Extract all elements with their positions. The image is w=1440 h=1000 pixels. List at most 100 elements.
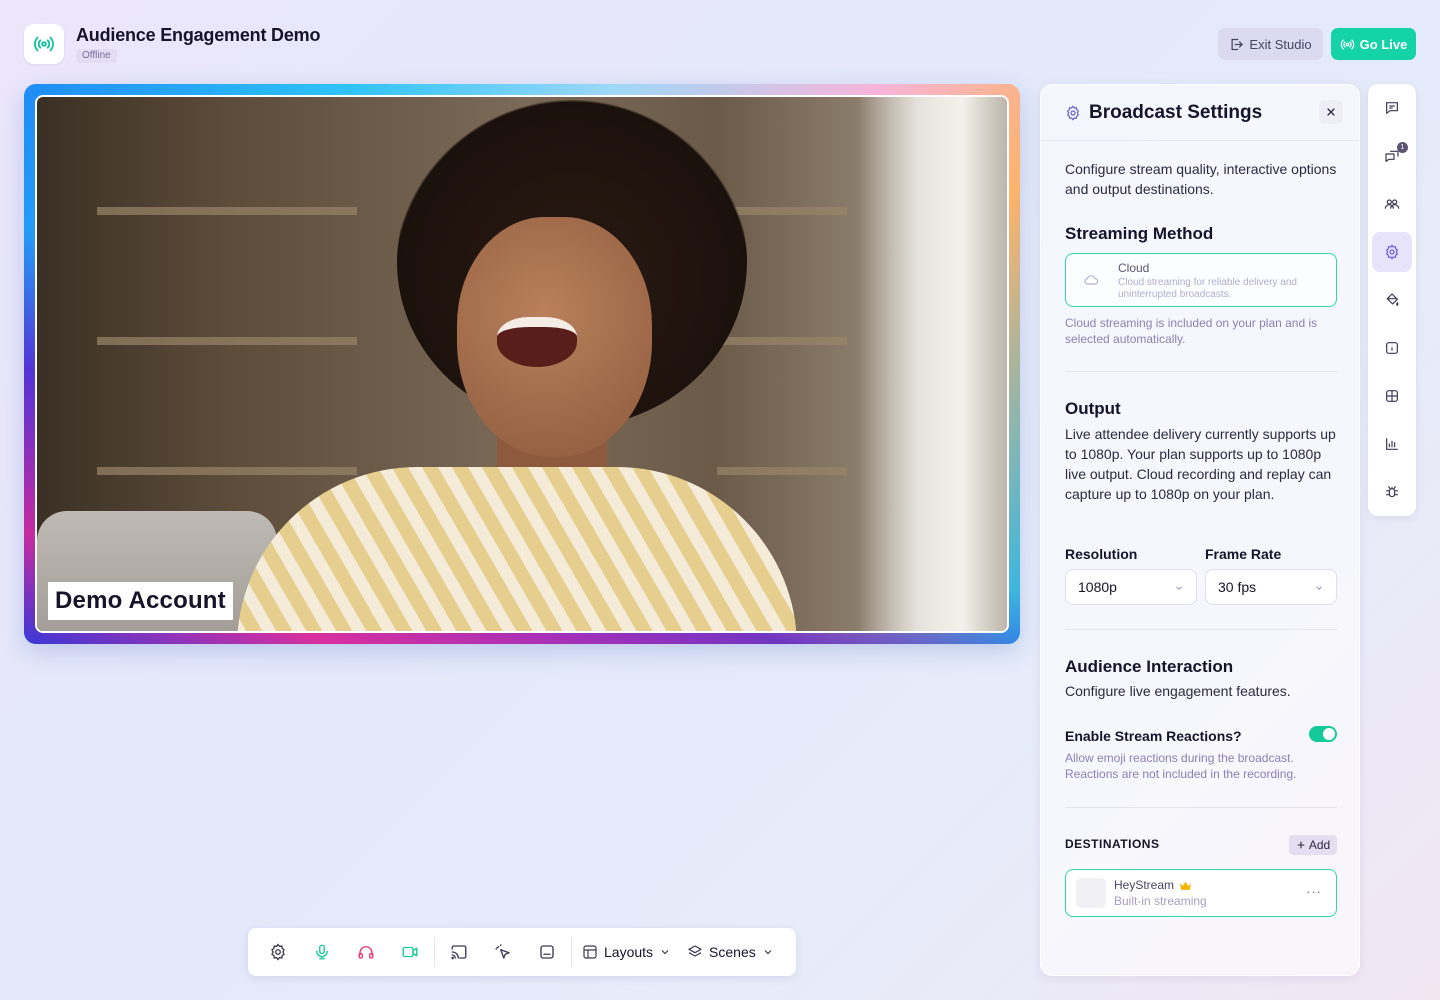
pointer-button[interactable]: [481, 928, 525, 976]
panel-title: Broadcast Settings: [1089, 102, 1263, 123]
background-shelf: [97, 337, 357, 345]
chevron-down-icon: [1316, 586, 1322, 590]
studio-toolbar: Layouts Scenes: [248, 928, 796, 976]
more-options-button[interactable]: ···: [1306, 884, 1322, 899]
cloud-option-desc: Cloud streaming for reliable delivery an…: [1118, 277, 1297, 300]
app-logo: [24, 24, 64, 64]
cast-icon: [451, 945, 467, 960]
stage: Demo Account: [24, 84, 1020, 644]
info-button[interactable]: [1372, 328, 1412, 368]
chevron-down-icon: [1176, 586, 1182, 590]
debug-button[interactable]: [1372, 472, 1412, 512]
go-live-label: Go Live: [1359, 36, 1408, 52]
people-icon: [1384, 199, 1400, 209]
page-title: Audience Engagement Demo: [76, 25, 321, 45]
cloud-icon: [1083, 272, 1099, 288]
microphone-button[interactable]: [300, 928, 344, 976]
destination-card[interactable]: HeyStream Built-in streaming ···: [1065, 869, 1337, 917]
resolution-label: Resolution: [1065, 546, 1138, 562]
background-shelf: [717, 337, 847, 345]
cloud-option-card[interactable]: Cloud Cloud streaming for reliable deliv…: [1065, 253, 1337, 307]
stream-reactions-label: Enable Stream Reactions?: [1065, 728, 1242, 744]
paint-icon: [1386, 293, 1399, 306]
camera-button[interactable]: [388, 928, 432, 976]
add-destination-button[interactable]: Add: [1289, 835, 1337, 855]
frame-rate-label: Frame Rate: [1205, 546, 1282, 562]
notification-badge: 1: [1397, 142, 1408, 153]
people-button[interactable]: [1372, 184, 1412, 224]
frame-rate-value: 30 fps: [1218, 579, 1257, 595]
person-mouth: [497, 317, 577, 367]
broadcast-icon: [34, 36, 54, 52]
branding-button[interactable]: [1372, 280, 1412, 320]
background-shelf: [717, 467, 847, 475]
chevron-down-icon: [661, 950, 669, 955]
window-light: [857, 97, 1007, 631]
pointer-icon: [495, 944, 510, 959]
scenes-menu[interactable]: Scenes: [679, 928, 782, 976]
cast-button[interactable]: [437, 928, 481, 976]
headphones-icon: [358, 946, 374, 959]
close-icon: [1327, 108, 1335, 116]
captions-icon: [540, 945, 554, 959]
plus-icon: [1297, 841, 1305, 849]
streaming-method-note: Cloud streaming is included on your plan…: [1065, 316, 1318, 346]
person-shirt: [237, 467, 797, 631]
layouts-menu[interactable]: Layouts: [574, 928, 679, 976]
side-rail: 1: [1368, 84, 1416, 516]
destination-subtitle: Built-in streaming: [1114, 894, 1207, 908]
theme-button[interactable]: [1372, 376, 1412, 416]
close-button[interactable]: [1319, 100, 1343, 124]
destination-thumbnail: [1076, 878, 1106, 908]
section-divider: [1065, 807, 1337, 808]
chat-icon: [1386, 102, 1398, 114]
resolution-select[interactable]: 1080p: [1065, 569, 1197, 605]
name-tag: Demo Account: [48, 582, 233, 620]
qa-button[interactable]: 1: [1372, 136, 1412, 176]
broadcast-icon: [1340, 39, 1354, 49]
broadcast-settings-panel: Broadcast Settings Configure stream qual…: [1040, 84, 1360, 976]
output-desc: Live attendee delivery currently support…: [1065, 426, 1336, 502]
analytics-button[interactable]: [1372, 424, 1412, 464]
gear-icon: [271, 943, 285, 961]
toolbar-divider: [571, 937, 572, 967]
destination-name-row: HeyStream: [1114, 878, 1192, 892]
exit-studio-button[interactable]: Exit Studio: [1218, 28, 1323, 60]
bug-icon: [1386, 486, 1398, 498]
cloud-option-title: Cloud: [1118, 261, 1150, 275]
crown-icon: [1180, 881, 1191, 890]
stream-reactions-toggle[interactable]: [1309, 726, 1337, 742]
audience-interaction-heading: Audience Interaction: [1065, 657, 1234, 676]
stream-reactions-note: Allow emoji reactions during the broadca…: [1065, 751, 1297, 781]
layers-icon: [688, 945, 702, 957]
settings-button[interactable]: [256, 928, 300, 976]
streaming-method-heading: Streaming Method: [1065, 224, 1214, 243]
exit-studio-label: Exit Studio: [1249, 36, 1312, 52]
analytics-icon: [1386, 438, 1398, 450]
settings-icon: [1385, 244, 1399, 260]
destination-name: HeyStream: [1114, 878, 1175, 892]
output-heading: Output: [1065, 399, 1121, 418]
gear-icon: [1065, 105, 1081, 121]
panel-header: Broadcast Settings: [1041, 85, 1359, 141]
go-live-button[interactable]: Go Live: [1331, 28, 1416, 60]
captions-button[interactable]: [525, 928, 569, 976]
camera-feed[interactable]: Demo Account: [35, 95, 1009, 633]
chevron-down-icon: [764, 950, 772, 955]
layout-icon: [583, 945, 597, 959]
background-shelf: [97, 207, 357, 215]
frame-rate-select[interactable]: 30 fps: [1205, 569, 1337, 605]
exit-icon: [1231, 38, 1244, 50]
panel-intro: Configure stream quality, interactive op…: [1065, 161, 1337, 197]
theme-icon: [1386, 390, 1398, 402]
microphone-icon: [316, 944, 328, 960]
scenes-label: Scenes: [709, 944, 756, 960]
headphones-button[interactable]: [344, 928, 388, 976]
settings-rail-button[interactable]: [1372, 232, 1412, 272]
info-icon: [1386, 342, 1398, 354]
chat-button[interactable]: [1372, 88, 1412, 128]
section-divider: [1065, 629, 1337, 630]
toolbar-divider: [434, 937, 435, 967]
resolution-value: 1080p: [1078, 579, 1117, 595]
add-label: Add: [1308, 838, 1331, 852]
